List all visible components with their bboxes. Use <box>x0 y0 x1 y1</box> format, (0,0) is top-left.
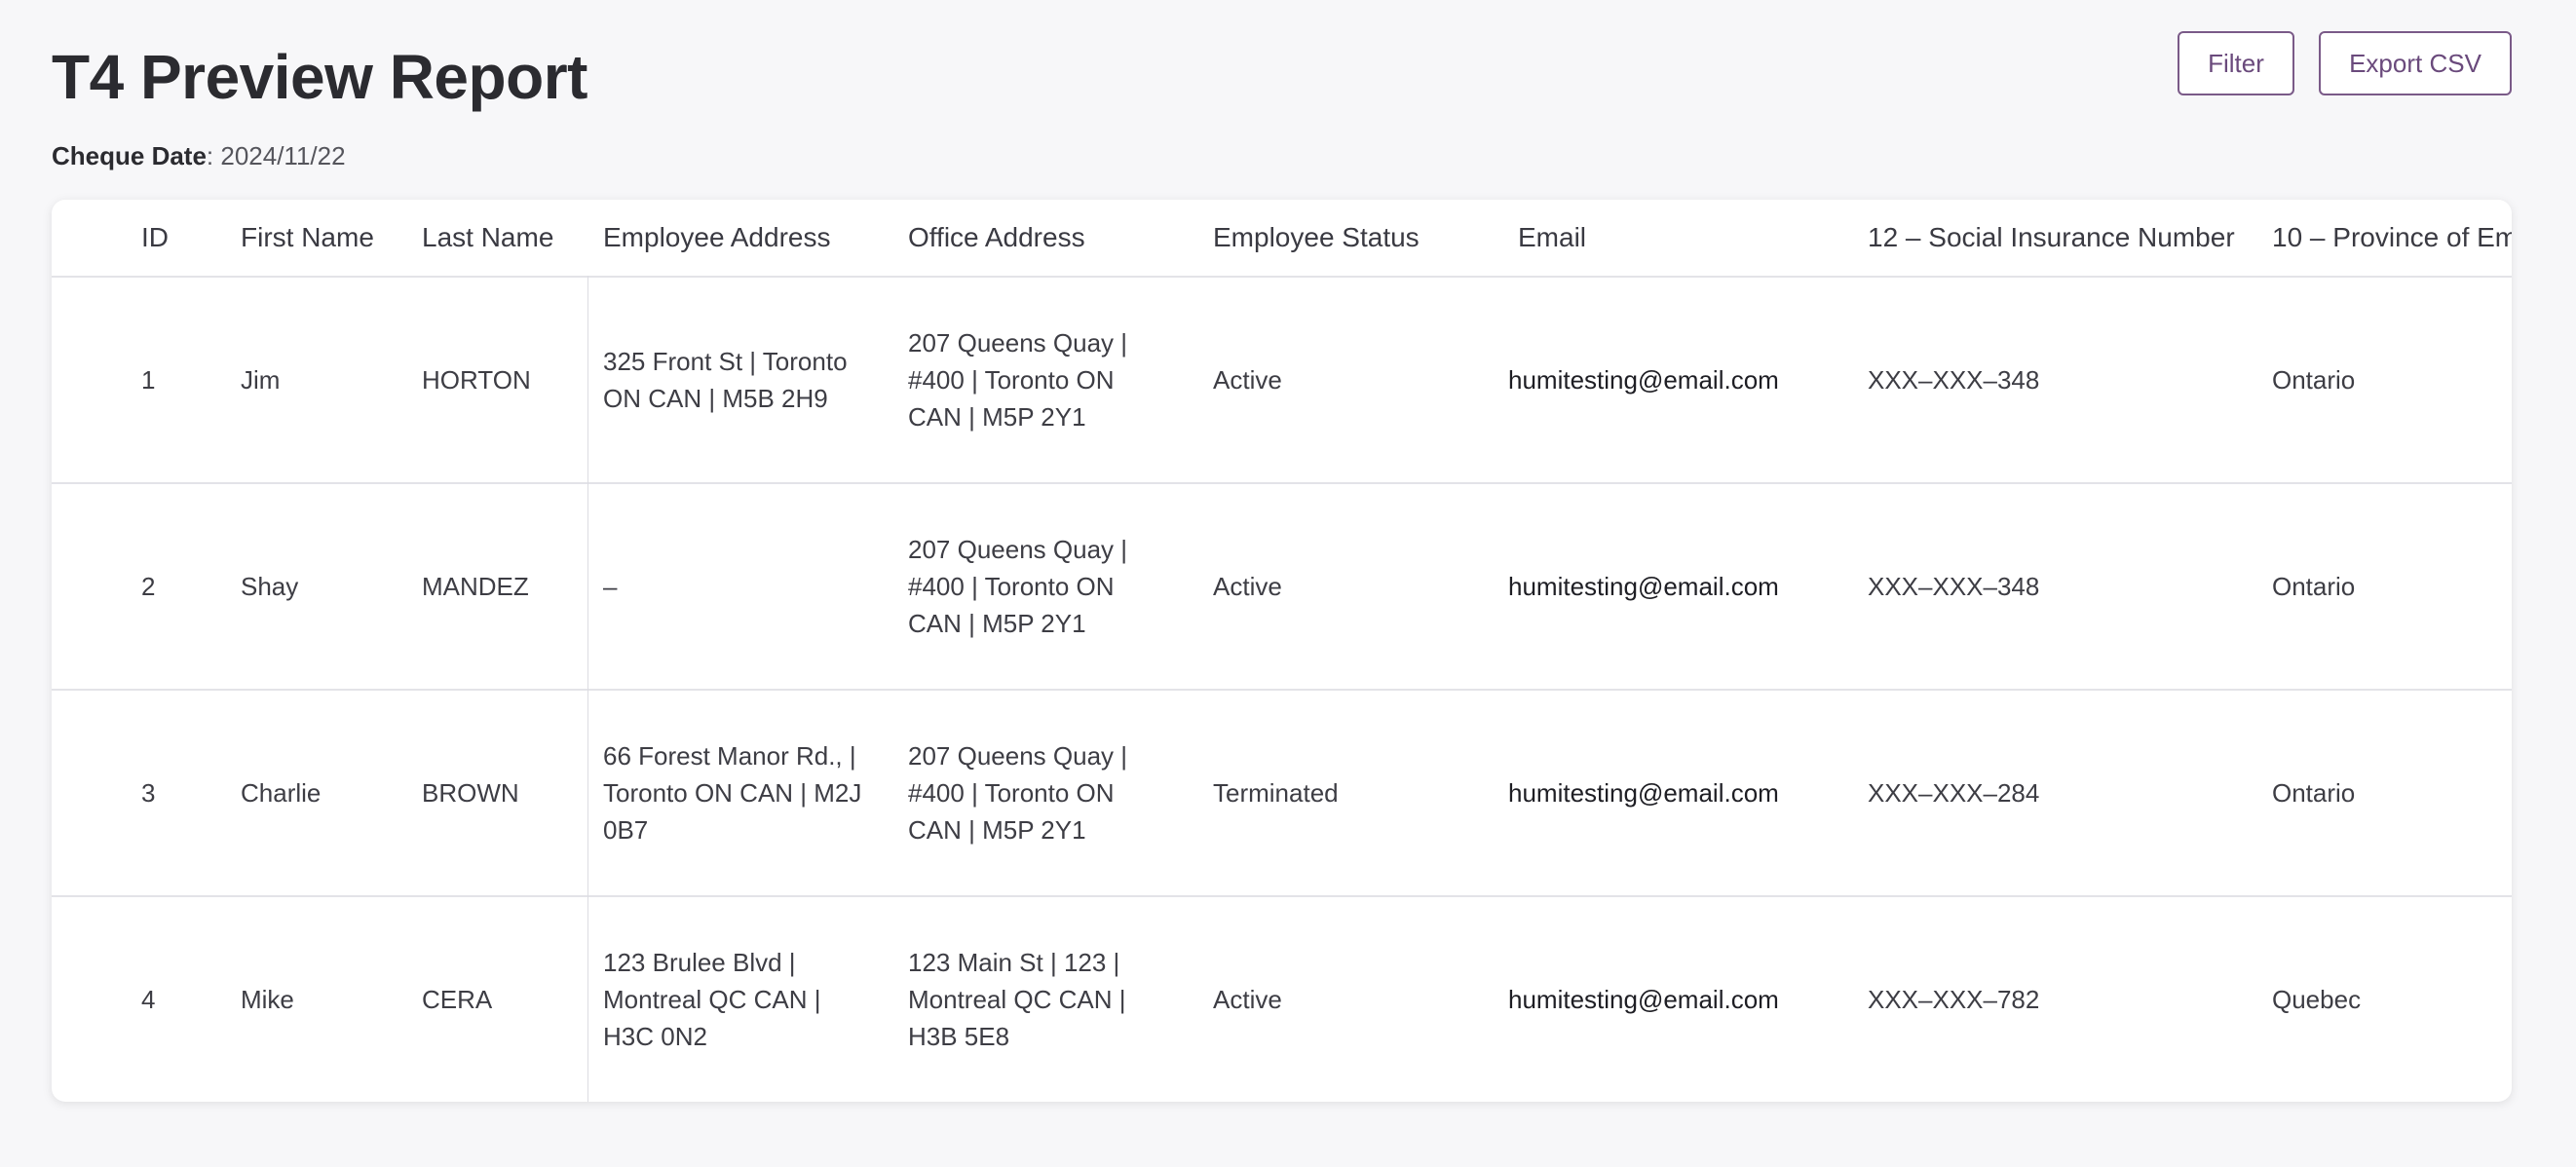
filter-button[interactable]: Filter <box>2178 31 2294 95</box>
cell-province: Quebec <box>2272 985 2362 1014</box>
cell-id: 2 <box>141 572 156 601</box>
page-title: T4 Preview Report <box>52 42 587 112</box>
cell-office-address: 123 Main St | 123 | Montreal QC CAN | H3… <box>908 948 1126 1051</box>
table-header: ID First Name Last Name Employee Address… <box>52 200 2512 276</box>
cell-sin: XXX–XXX–348 <box>1868 572 2040 601</box>
column-header-first-name[interactable]: First Name <box>241 200 374 276</box>
cell-last-name: HORTON <box>422 365 531 395</box>
cell-employee-status: Active <box>1213 985 1282 1014</box>
cell-id: 3 <box>141 778 156 808</box>
cheque-date-label: Cheque Date <box>52 141 207 170</box>
cell-email: humitesting@email.com <box>1508 778 1779 808</box>
cell-province: Ontario <box>2272 778 2356 808</box>
cell-id: 1 <box>141 365 156 395</box>
cheque-date-value: : 2024/11/22 <box>206 141 346 170</box>
cell-employee-address: 66 Forest Manor Rd., | Toronto ON CAN | … <box>603 741 862 845</box>
cell-sin: XXX–XXX–348 <box>1868 365 2040 395</box>
export-csv-button[interactable]: Export CSV <box>2319 31 2512 95</box>
report-table: ID First Name Last Name Employee Address… <box>52 200 2512 1102</box>
table-row[interactable]: 2 Shay MANDEZ – 207 Queens Quay | #400 |… <box>52 482 2512 689</box>
cell-employee-status: Terminated <box>1213 778 1339 808</box>
cell-last-name: BROWN <box>422 778 519 808</box>
cell-last-name: MANDEZ <box>422 572 529 601</box>
column-header-id[interactable]: ID <box>141 200 169 276</box>
column-header-sin[interactable]: 12 – Social Insurance Number <box>1868 200 2235 276</box>
column-header-province[interactable]: 10 – Province of Em <box>2272 200 2512 276</box>
cell-sin: XXX–XXX–284 <box>1868 778 2040 808</box>
cell-province: Ontario <box>2272 365 2356 395</box>
cell-first-name: Shay <box>241 572 299 601</box>
cell-email: humitesting@email.com <box>1508 985 1779 1014</box>
cell-first-name: Charlie <box>241 778 322 808</box>
cell-email: humitesting@email.com <box>1508 572 1779 601</box>
table-row[interactable]: 4 Mike CERA 123 Brulee Blvd | Montreal Q… <box>52 895 2512 1102</box>
cell-last-name: CERA <box>422 985 493 1014</box>
column-header-last-name[interactable]: Last Name <box>422 200 553 276</box>
column-header-office-address[interactable]: Office Address <box>908 200 1171 276</box>
column-header-email[interactable]: Email <box>1518 200 1586 276</box>
cell-employee-address: – <box>603 572 618 601</box>
cell-office-address: 207 Queens Quay | #400 | Toronto ON CAN … <box>908 741 1128 845</box>
cell-province: Ontario <box>2272 572 2356 601</box>
frozen-column-divider <box>587 276 588 1102</box>
cell-sin: XXX–XXX–782 <box>1868 985 2040 1014</box>
cell-first-name: Jim <box>241 365 281 395</box>
cell-office-address: 207 Queens Quay | #400 | Toronto ON CAN … <box>908 328 1128 432</box>
table-row[interactable]: 3 Charlie BROWN 66 Forest Manor Rd., | T… <box>52 689 2512 895</box>
cell-id: 4 <box>141 985 156 1014</box>
cell-email: humitesting@email.com <box>1508 365 1779 395</box>
cell-employee-status: Active <box>1213 572 1282 601</box>
column-header-employee-address[interactable]: Employee Address <box>603 200 866 276</box>
table-row[interactable]: 1 Jim HORTON 325 Front St | Toronto ON C… <box>52 276 2512 482</box>
column-header-employee-status[interactable]: Employee Status <box>1213 200 1420 276</box>
cell-employee-status: Active <box>1213 365 1282 395</box>
cell-office-address: 207 Queens Quay | #400 | Toronto ON CAN … <box>908 535 1128 638</box>
cheque-date: Cheque Date: 2024/11/22 <box>52 138 346 173</box>
cell-employee-address: 325 Front St | Toronto ON CAN | M5B 2H9 <box>603 347 848 413</box>
cell-first-name: Mike <box>241 985 294 1014</box>
cell-employee-address: 123 Brulee Blvd | Montreal QC CAN | H3C … <box>603 948 821 1051</box>
